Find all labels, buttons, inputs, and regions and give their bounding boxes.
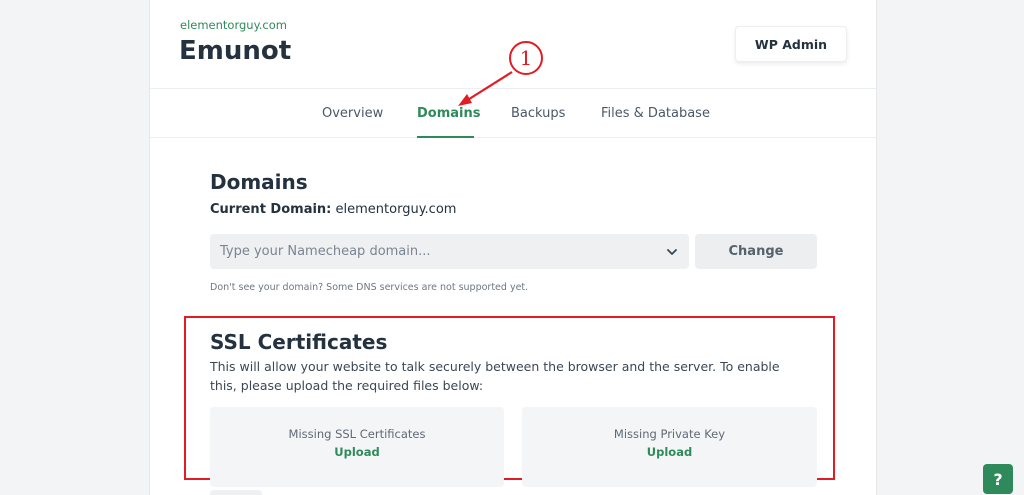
- current-domain: Current Domain: elementorguy.com: [210, 202, 456, 217]
- ssl-certificate-status: Missing SSL Certificates: [288, 427, 426, 441]
- site-title: Emunot: [179, 36, 292, 66]
- partial-button: [210, 490, 262, 495]
- dns-note: Don't see your domain? Some DNS services…: [210, 282, 529, 293]
- tab-overview[interactable]: Overview: [322, 106, 383, 121]
- tab-backups[interactable]: Backups: [511, 106, 565, 121]
- ssl-certificate-card: Missing SSL Certificates Upload: [210, 407, 504, 487]
- wp-admin-button[interactable]: WP Admin: [735, 26, 847, 62]
- private-key-status: Missing Private Key: [613, 427, 726, 441]
- site-url: elementorguy.com: [180, 18, 287, 32]
- upload-certificate-link[interactable]: Upload: [210, 445, 504, 459]
- tab-files-database[interactable]: Files & Database: [601, 106, 710, 121]
- help-button[interactable]: ?: [983, 464, 1013, 494]
- site-panel: elementorguy.com Emunot WP Admin Overvie…: [149, 0, 877, 495]
- domain-select[interactable]: Type your Namecheap domain...: [210, 234, 689, 269]
- current-domain-label: Current Domain:: [210, 202, 332, 217]
- domains-title: Domains: [210, 170, 308, 194]
- chevron-down-icon: [667, 248, 677, 255]
- domain-select-placeholder: Type your Namecheap domain...: [220, 244, 431, 259]
- tab-domains[interactable]: Domains: [417, 106, 481, 121]
- ssl-description: This will allow your website to talk sec…: [210, 359, 780, 393]
- current-domain-value: elementorguy.com: [335, 202, 457, 217]
- private-key-card: Missing Private Key Upload: [522, 407, 817, 487]
- ssl-title: SSL Certificates: [210, 330, 388, 354]
- tab-bar: Overview Domains Backups Files & Databas…: [150, 88, 876, 138]
- active-tab-indicator: [417, 136, 474, 138]
- upload-private-key-link[interactable]: Upload: [522, 445, 817, 459]
- change-button[interactable]: Change: [695, 234, 817, 269]
- annotation-marker: 1: [509, 41, 543, 75]
